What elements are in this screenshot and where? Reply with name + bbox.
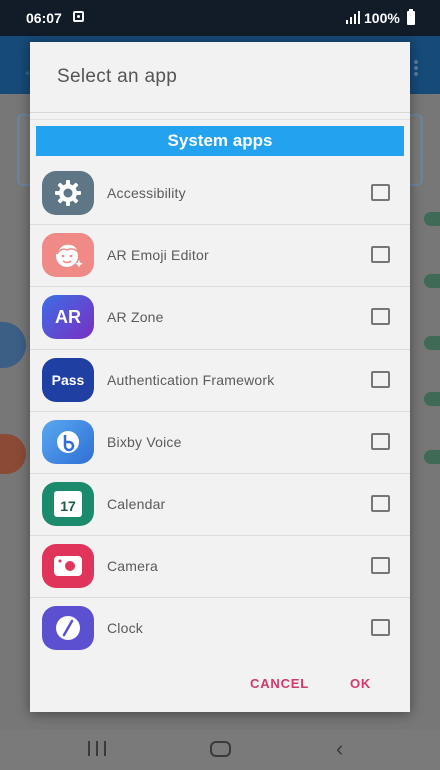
calendar-icon: 17 — [42, 481, 94, 526]
calendar-icon-text: 17 — [60, 498, 76, 515]
app-row-authentication-framework[interactable]: Pass Authentication Framework — [30, 350, 410, 412]
background-toggle — [424, 392, 440, 406]
app-list: Accessibility AR Emoji Editor AR AR Zone… — [30, 163, 410, 661]
app-checkbox[interactable] — [371, 246, 390, 264]
app-checkbox[interactable] — [371, 184, 390, 201]
app-label: Accessibility — [107, 185, 186, 201]
status-time: 06:07 — [26, 10, 62, 26]
pass-icon: Pass — [42, 357, 94, 402]
pass-icon-text: Pass — [51, 371, 85, 388]
app-row-camera[interactable]: Camera — [30, 536, 410, 599]
app-label: Authentication Framework — [107, 371, 275, 388]
background-avatar — [0, 434, 26, 474]
ar-zone-icon-text: AR — [55, 306, 81, 327]
camera-icon — [42, 544, 94, 589]
bixby-icon — [42, 419, 94, 464]
app-label: Bixby Voice — [107, 433, 182, 450]
background-overflow-menu-icon — [414, 60, 418, 76]
app-row-ar-emoji-editor[interactable]: AR Emoji Editor — [30, 225, 410, 288]
ar-emoji-face-icon — [42, 233, 94, 278]
app-label: Clock — [107, 620, 144, 637]
calendar-page: 17 — [54, 490, 82, 517]
background-toggle — [424, 336, 440, 350]
app-checkbox[interactable] — [371, 370, 390, 388]
app-checkbox[interactable] — [371, 432, 390, 450]
home-icon[interactable] — [210, 741, 231, 757]
dialog-title: Select an app — [57, 66, 178, 87]
app-checkbox[interactable] — [371, 308, 390, 326]
cancel-button[interactable]: CANCEL — [250, 676, 309, 691]
app-checkbox[interactable] — [371, 619, 390, 637]
app-checkbox[interactable] — [371, 557, 390, 575]
background-toggle — [424, 212, 440, 226]
background-toggle — [424, 274, 440, 288]
app-label: AR Zone — [107, 309, 164, 326]
select-app-dialog: Select an app System apps Accessibility … — [30, 42, 410, 712]
battery-percentage: 100% — [364, 10, 400, 26]
signal-icon — [346, 11, 360, 24]
ar-zone-icon: AR — [42, 295, 94, 340]
app-label: AR Emoji Editor — [107, 247, 209, 264]
clock-icon — [42, 606, 94, 651]
divider — [30, 112, 410, 113]
app-row-accessibility[interactable]: Accessibility — [30, 163, 410, 226]
notification-icon — [73, 11, 84, 22]
app-label: Camera — [107, 558, 158, 575]
app-label: Calendar — [107, 495, 166, 512]
accessibility-gear-icon — [42, 171, 94, 215]
background-avatar — [0, 322, 26, 368]
ok-button[interactable]: OK — [350, 676, 371, 691]
app-row-bixby-voice[interactable]: Bixby Voice — [30, 412, 410, 474]
app-row-calendar[interactable]: 17 Calendar — [30, 474, 410, 537]
status-bar: 06:07 100% — [0, 0, 440, 36]
section-header-system-apps: System apps — [36, 126, 404, 156]
battery-icon — [407, 9, 415, 25]
divider — [30, 119, 410, 120]
navigation-bar: ‹ — [0, 730, 440, 770]
back-chevron-icon[interactable]: ‹ — [336, 736, 343, 762]
background-toggle — [424, 450, 440, 464]
app-checkbox[interactable] — [371, 494, 390, 512]
app-row-ar-zone[interactable]: AR AR Zone — [30, 287, 410, 350]
app-row-clock[interactable]: Clock — [30, 598, 410, 660]
recents-icon[interactable] — [88, 741, 108, 756]
